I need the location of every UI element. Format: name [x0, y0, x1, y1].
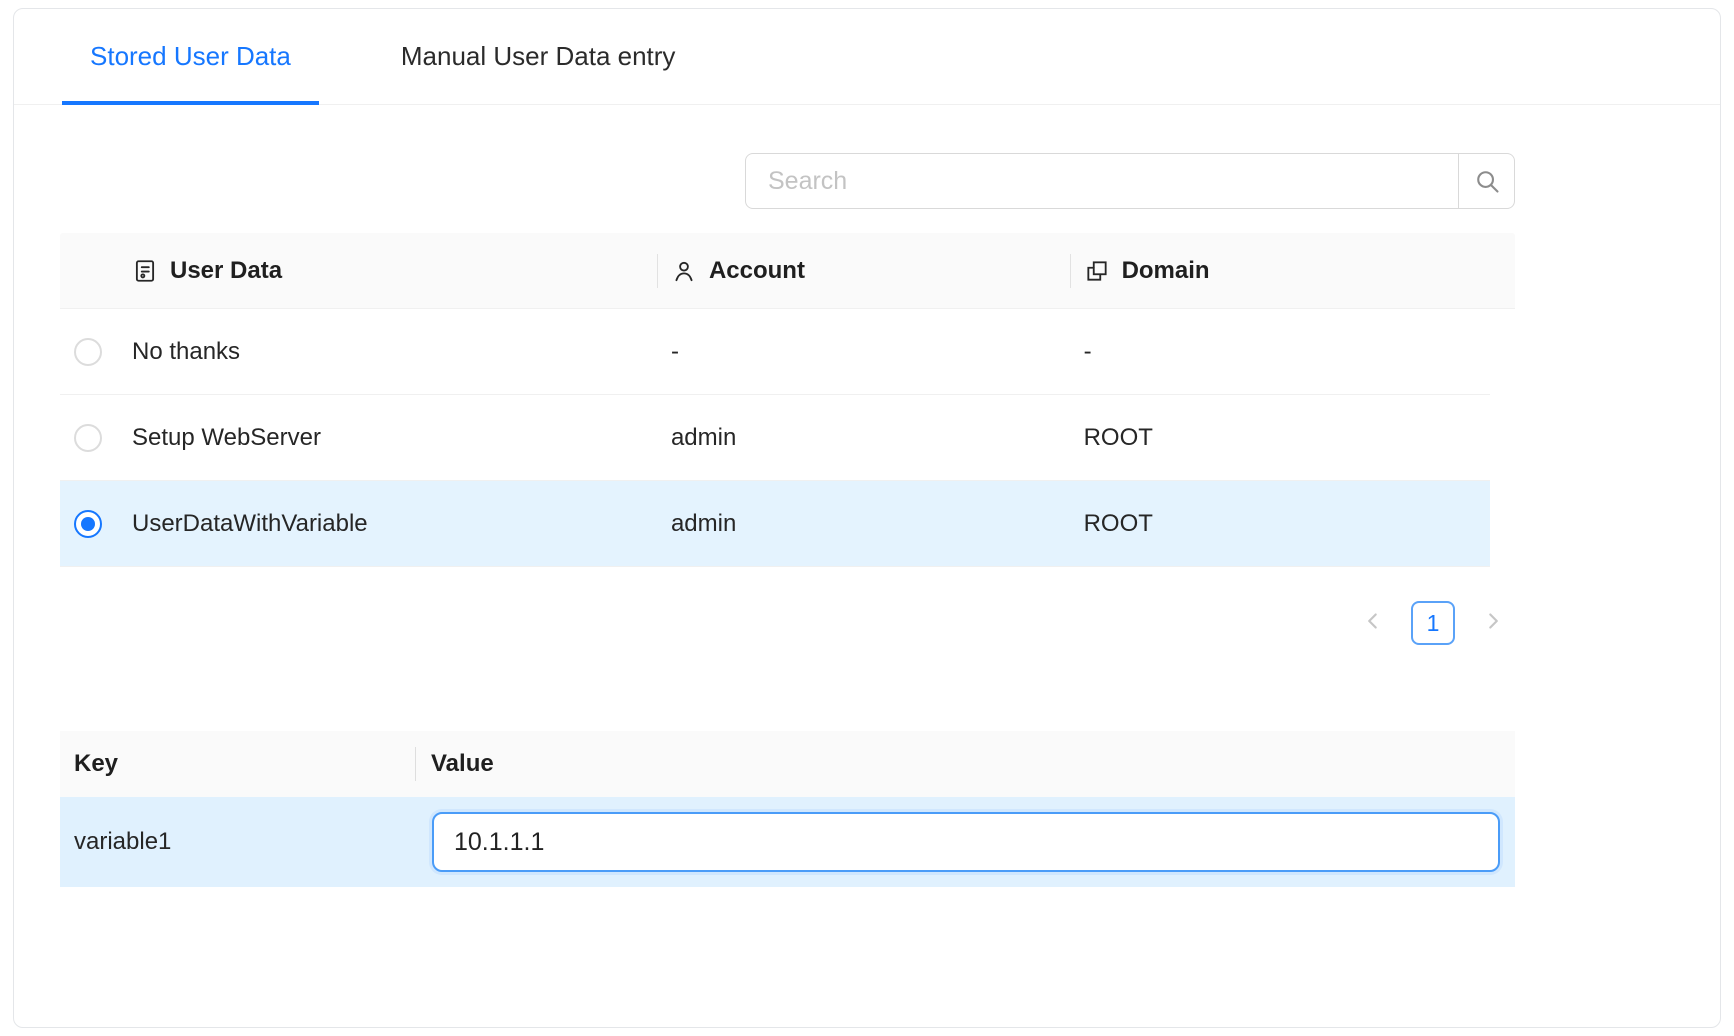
domain-column-label: Domain: [1122, 257, 1210, 285]
account-cell: -: [671, 338, 679, 366]
value-column-label: Value: [431, 750, 494, 777]
tab-bar: Stored User Data Manual User Data entry: [14, 9, 1720, 105]
variable-row: variable1: [60, 797, 1515, 887]
key-column-label: Key: [74, 750, 118, 777]
table-row-userdatawithvariable[interactable]: UserDataWithVariable admin ROOT: [60, 481, 1490, 567]
search-input[interactable]: [745, 153, 1459, 209]
current-page: 1: [1427, 610, 1440, 637]
chevron-right-icon: [1480, 608, 1506, 639]
search-box: [745, 153, 1515, 209]
account-icon: [671, 258, 697, 284]
table-row-no-thanks[interactable]: No thanks - -: [60, 309, 1490, 395]
variables-table: Key Value variable1: [60, 731, 1515, 887]
radio-setup-webserver[interactable]: [74, 424, 102, 452]
user-data-table-header: User Data Account: [60, 233, 1515, 309]
search-row: [60, 153, 1515, 209]
variables-table-header: Key Value: [60, 731, 1515, 797]
chevron-left-icon: [1360, 608, 1386, 639]
domain-icon: [1084, 258, 1110, 284]
header-user-data: User Data: [132, 257, 657, 285]
user-data-cell: Setup WebServer: [132, 424, 321, 452]
user-data-panel: Stored User Data Manual User Data entry: [13, 8, 1721, 1028]
search-icon: [1473, 167, 1501, 195]
header-domain: Domain: [1070, 257, 1490, 285]
page-number-button[interactable]: 1: [1411, 601, 1455, 645]
tab-stored-user-data-label: Stored User Data: [90, 41, 291, 72]
tab-manual-user-data-entry[interactable]: Manual User Data entry: [401, 9, 676, 104]
tab-stored-user-data[interactable]: Stored User Data: [90, 9, 291, 104]
domain-cell: ROOT: [1084, 424, 1153, 452]
variable-key: variable1: [74, 828, 171, 855]
user-data-column-label: User Data: [170, 257, 282, 285]
prev-page-button[interactable]: [1351, 601, 1395, 645]
tab-manual-user-data-entry-label: Manual User Data entry: [401, 41, 676, 72]
radio-no-thanks[interactable]: [74, 338, 102, 366]
account-column-label: Account: [709, 257, 805, 285]
pagination: 1: [60, 601, 1515, 645]
table-row-setup-webserver[interactable]: Setup WebServer admin ROOT: [60, 395, 1490, 481]
user-data-cell: No thanks: [132, 338, 240, 366]
user-data-table: User Data Account: [60, 233, 1515, 567]
radio-userdatawithvariable[interactable]: [74, 510, 102, 538]
search-button[interactable]: [1459, 153, 1515, 209]
account-cell: admin: [671, 424, 736, 452]
domain-cell: -: [1084, 338, 1092, 366]
next-page-button[interactable]: [1471, 601, 1515, 645]
value-input[interactable]: [432, 812, 1500, 872]
domain-cell: ROOT: [1084, 510, 1153, 538]
user-data-cell: UserDataWithVariable: [132, 510, 368, 538]
account-cell: admin: [671, 510, 736, 538]
header-account: Account: [657, 257, 1070, 285]
user-data-icon: [132, 258, 158, 284]
